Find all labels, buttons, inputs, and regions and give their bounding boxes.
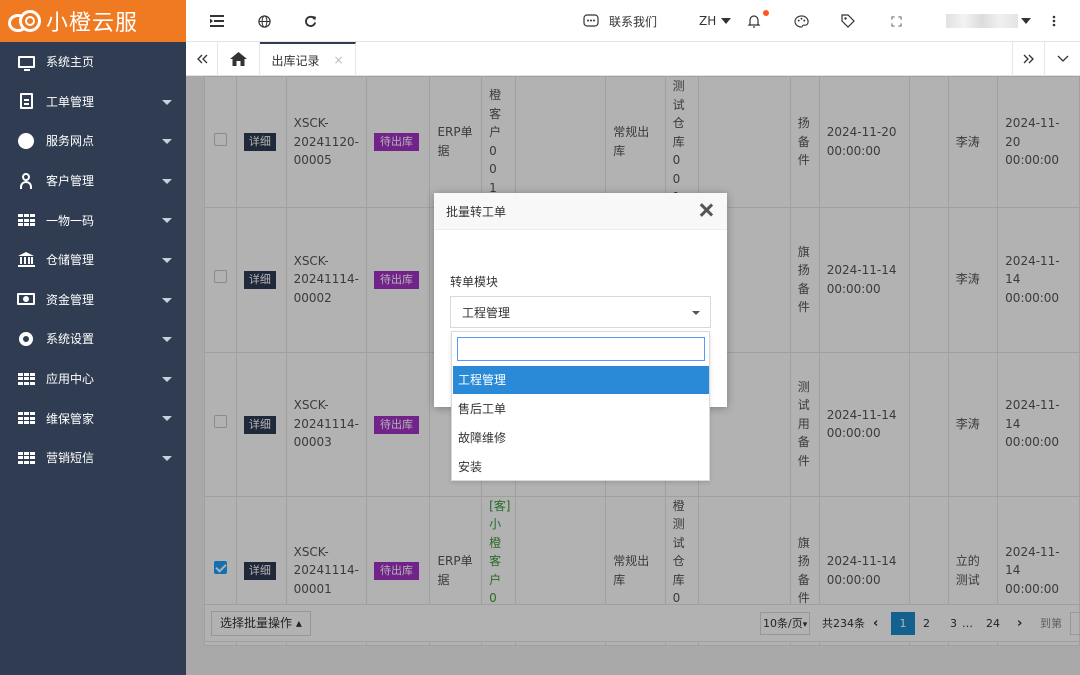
menu-toggle-icon[interactable] <box>210 0 224 42</box>
grid-icon <box>16 449 36 467</box>
more-vertical-icon[interactable] <box>1052 0 1056 42</box>
dropdown-search-input[interactable] <box>457 337 705 361</box>
sidebar-item-label: 维保管家 <box>46 411 95 426</box>
sidebar-item-label: 仓储管理 <box>46 253 95 268</box>
tab-outbound-records[interactable]: 出库记录 × <box>260 42 356 76</box>
dropdown-option-selected[interactable]: 工程管理 <box>453 366 709 394</box>
language-select[interactable]: ZH <box>699 0 732 42</box>
tag-icon[interactable] <box>841 0 855 42</box>
caret-down-icon <box>1021 18 1031 24</box>
sidebar-item-label: 资金管理 <box>46 292 95 307</box>
caret-down-icon <box>162 416 172 422</box>
refresh-icon[interactable] <box>304 0 317 42</box>
user-menu[interactable] <box>946 0 1031 42</box>
avatar <box>946 14 1018 28</box>
grid-icon <box>16 370 36 388</box>
home-tab[interactable] <box>218 42 260 76</box>
top-bar: 联系我们 ZH <box>186 0 1080 42</box>
close-icon[interactable] <box>699 203 713 217</box>
notification-dot <box>763 10 769 16</box>
dropdown-option[interactable]: 安装 <box>453 453 709 481</box>
caret-down-icon <box>162 297 172 303</box>
sidebar-item-service-points[interactable]: 服务网点 <box>0 121 186 161</box>
money-icon <box>16 290 36 308</box>
caret-down-icon <box>162 218 172 224</box>
globe-icon[interactable] <box>258 0 271 42</box>
sidebar-item-label: 营销短信 <box>46 451 95 466</box>
brand-name: 小橙云服 <box>46 11 139 36</box>
sidebar-item-label: 服务网点 <box>46 134 95 149</box>
tab-close-icon[interactable]: × <box>333 53 343 67</box>
contact-us-button[interactable]: 联系我们 <box>583 0 657 42</box>
app-window: 小橙云服 系统主页 工单管理 服务网点 客户管理 一物一码 仓储管理 资金管理 … <box>0 0 1080 675</box>
dropdown-option[interactable]: 故障维修 <box>453 424 709 452</box>
sidebar-item-apps[interactable]: 应用中心 <box>0 359 186 399</box>
select-value: 工程管理 <box>462 305 511 320</box>
chat-icon <box>583 13 599 27</box>
module-dropdown: 工程管理 售后工单 故障维修 安装 <box>451 331 710 481</box>
cloud-logo-icon <box>8 8 42 34</box>
caret-down-icon <box>162 455 172 461</box>
module-select[interactable]: 工程管理 <box>450 296 711 328</box>
grid-icon <box>16 211 36 229</box>
sidebar-item-warehouse[interactable]: 仓储管理 <box>0 240 186 280</box>
language-label: ZH <box>699 14 717 28</box>
sidebar-item-label: 客户管理 <box>46 174 95 189</box>
tab-bar: 出库记录 × <box>186 42 1080 76</box>
field-label: 转单模块 <box>450 275 499 289</box>
fullscreen-icon[interactable] <box>891 0 902 42</box>
contact-us-label: 联系我们 <box>609 14 658 29</box>
sidebar-item-settings[interactable]: 系统设置 <box>0 319 186 359</box>
tab-label: 出库记录 <box>271 53 320 68</box>
bank-icon <box>16 251 36 269</box>
dialog-header: 批量转工单 <box>434 193 727 230</box>
sidebar-item-workorders[interactable]: 工单管理 <box>0 82 186 122</box>
palette-icon[interactable] <box>794 0 809 42</box>
caret-down-icon <box>162 337 172 343</box>
tabs-menu-chevron-down-icon[interactable] <box>1045 42 1080 76</box>
notification-bell-icon[interactable] <box>747 0 769 42</box>
caret-down-icon <box>162 257 172 263</box>
sidebar-item-label: 工单管理 <box>46 94 95 109</box>
gear-icon <box>16 330 36 348</box>
caret-down-icon <box>162 178 172 184</box>
dropdown-option[interactable]: 售后工单 <box>453 395 709 423</box>
monitor-icon <box>16 53 36 71</box>
caret-down-icon <box>162 139 172 145</box>
sidebar-item-label: 系统设置 <box>46 332 95 347</box>
sidebar-item-label: 一物一码 <box>46 213 95 228</box>
sidebar: 系统主页 工单管理 服务网点 客户管理 一物一码 仓储管理 资金管理 系统设置 … <box>0 42 186 675</box>
sidebar-item-home[interactable]: 系统主页 <box>0 42 186 82</box>
dialog-title: 批量转工单 <box>446 204 507 219</box>
brand-logo[interactable]: 小橙云服 <box>0 0 186 42</box>
caret-down-icon <box>692 311 700 315</box>
document-icon <box>16 92 36 110</box>
grid-icon <box>16 409 36 427</box>
sidebar-item-funds[interactable]: 资金管理 <box>0 280 186 320</box>
user-icon <box>16 172 36 190</box>
scroll-tabs-left-icon[interactable] <box>186 42 218 76</box>
sidebar-item-label: 应用中心 <box>46 372 95 387</box>
sidebar-item-customers[interactable]: 客户管理 <box>0 161 186 201</box>
location-icon <box>16 132 36 150</box>
sidebar-item-maintenance[interactable]: 维保管家 <box>0 398 186 438</box>
home-icon <box>230 52 247 66</box>
scroll-tabs-right-icon[interactable] <box>1012 42 1045 76</box>
caret-down-icon <box>162 376 172 382</box>
sidebar-item-label: 系统主页 <box>46 55 95 70</box>
caret-down-icon <box>162 99 172 105</box>
sidebar-item-one-code[interactable]: 一物一码 <box>0 200 186 240</box>
sidebar-item-sms[interactable]: 营销短信 <box>0 438 186 478</box>
caret-down-icon <box>721 18 732 24</box>
